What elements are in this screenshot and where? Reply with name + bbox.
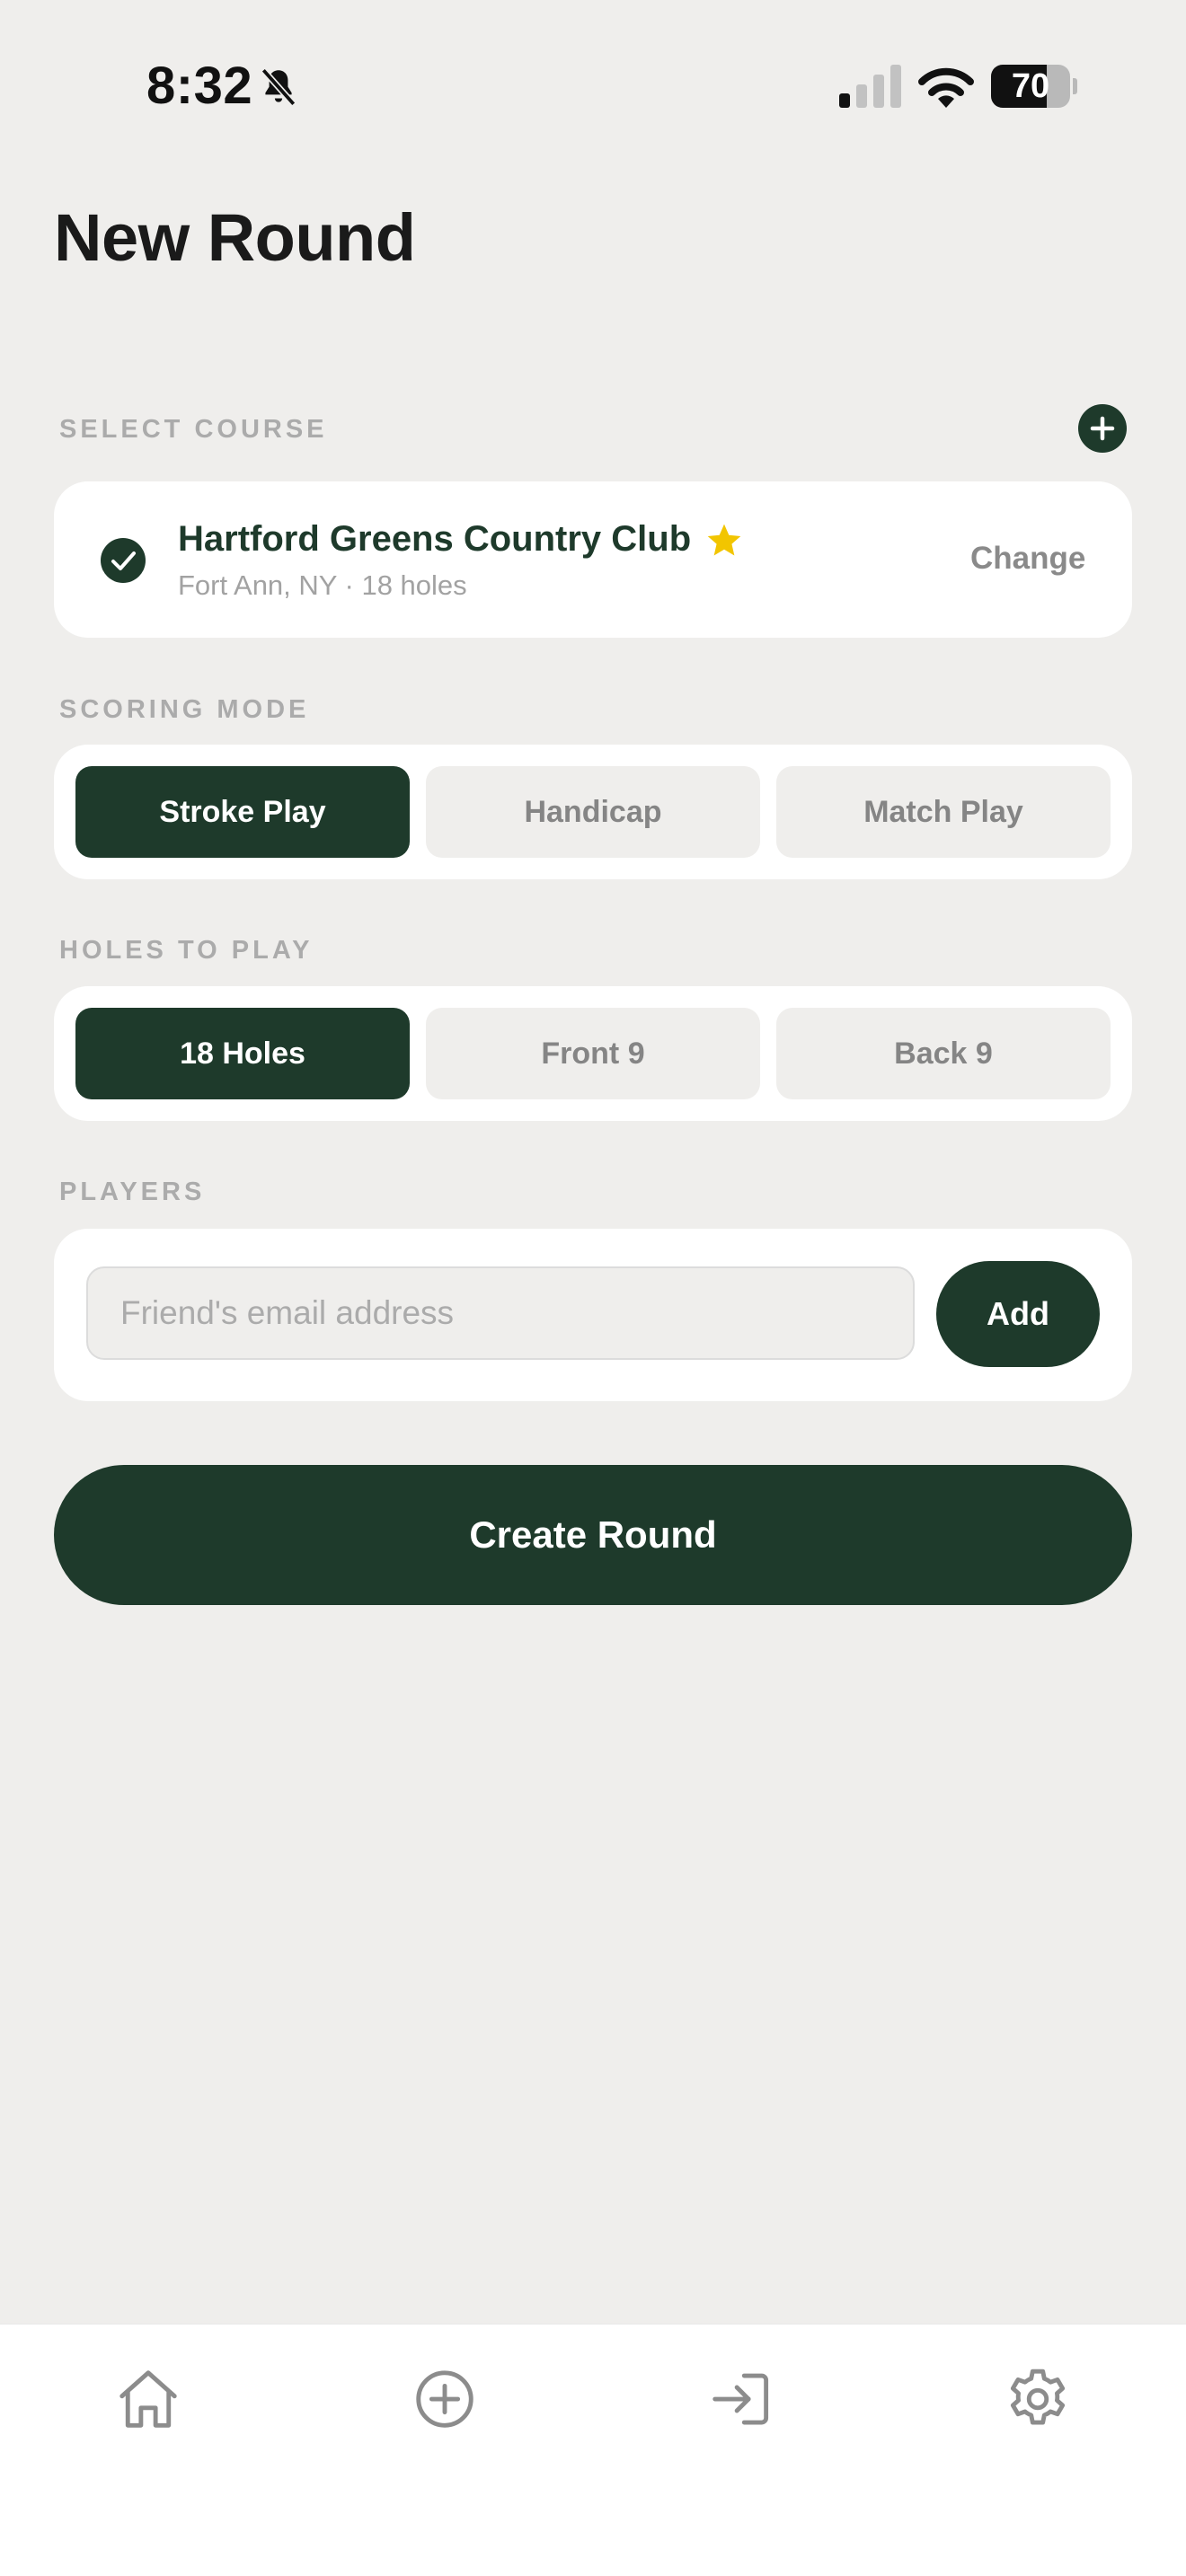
create-round-button[interactable]: Create Round <box>54 1465 1132 1605</box>
holes-option-back-9[interactable]: Back 9 <box>776 1008 1111 1099</box>
holes-option-front-9[interactable]: Front 9 <box>426 1008 760 1099</box>
add-course-button[interactable] <box>1078 404 1127 453</box>
course-location: Fort Ann, NY · 18 holes <box>178 569 467 601</box>
battery-indicator: 70 <box>991 65 1077 108</box>
holes-option-18[interactable]: 18 Holes <box>75 1008 410 1099</box>
holes-selector: 18 Holes Front 9 Back 9 <box>54 986 1132 1121</box>
checkmark-circle-icon <box>101 538 146 583</box>
select-course-label: SELECT COURSE <box>59 415 328 444</box>
add-player-button[interactable]: Add <box>936 1261 1100 1367</box>
join-arrow-icon[interactable] <box>706 2364 776 2434</box>
tab-bar <box>0 2324 1186 2576</box>
battery-percent: 70 <box>1011 67 1050 105</box>
course-name: Hartford Greens Country Club <box>178 519 692 559</box>
bell-slash-icon <box>261 67 296 107</box>
players-card: Add <box>54 1229 1132 1401</box>
cellular-signal-icon <box>839 65 901 108</box>
players-label: PLAYERS <box>59 1178 206 1206</box>
scoring-option-match-play[interactable]: Match Play <box>776 766 1111 858</box>
wifi-icon <box>918 67 974 108</box>
new-round-screen: 8:32 70 New Round SELECT COURSE Hartford… <box>0 0 1186 2576</box>
scoring-option-stroke-play[interactable]: Stroke Play <box>75 766 410 858</box>
home-icon[interactable] <box>113 2364 183 2434</box>
plus-icon <box>1090 416 1115 441</box>
star-icon <box>707 524 741 556</box>
friend-email-input[interactable] <box>86 1266 915 1360</box>
scoring-mode-label: SCORING MODE <box>59 695 310 724</box>
scoring-mode-selector: Stroke Play Handicap Match Play <box>54 745 1132 879</box>
selected-course-card[interactable]: Hartford Greens Country Club Fort Ann, N… <box>54 481 1132 638</box>
status-bar: 8:32 70 <box>0 0 1186 162</box>
change-course-button[interactable]: Change <box>970 541 1085 577</box>
scoring-option-handicap[interactable]: Handicap <box>426 766 760 858</box>
page-title: New Round <box>54 200 416 275</box>
holes-to-play-label: HOLES TO PLAY <box>59 936 314 965</box>
gear-icon[interactable] <box>1003 2364 1073 2434</box>
plus-circle-icon[interactable] <box>410 2364 480 2434</box>
status-time: 8:32 <box>146 57 253 115</box>
